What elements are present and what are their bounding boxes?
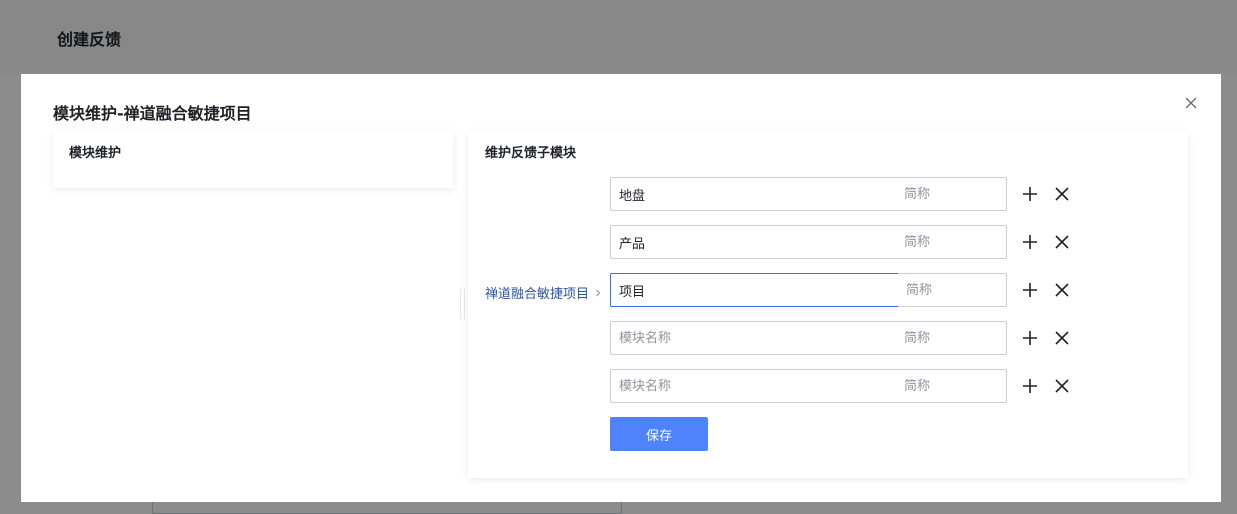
module-tree-panel: 模块维护 bbox=[53, 130, 453, 188]
submodule-panel-title: 维护反馈子模块 bbox=[485, 146, 577, 161]
submodule-panel: 维护反馈子模块 禅道融合敏捷项目 地盘 简称 产品 简称 项目 简称 模块名称 … bbox=[468, 130, 1188, 478]
submodule-row bbox=[610, 273, 1090, 307]
module-name-input[interactable] bbox=[610, 369, 906, 403]
module-tree-title: 模块维护 bbox=[69, 146, 122, 161]
x-icon[interactable] bbox=[1055, 235, 1069, 249]
modal-title: 模块维护-禅道融合敏捷项目 bbox=[53, 104, 252, 123]
x-icon[interactable] bbox=[1055, 331, 1069, 345]
plus-icon[interactable] bbox=[1022, 234, 1038, 250]
module-abbr-input[interactable] bbox=[898, 273, 1007, 307]
plus-icon[interactable] bbox=[1022, 378, 1038, 394]
submodule-row bbox=[610, 321, 1090, 355]
module-abbr-input[interactable] bbox=[896, 321, 1007, 355]
close-icon[interactable] bbox=[1184, 96, 1198, 110]
module-name-input[interactable] bbox=[610, 273, 906, 307]
parent-module-breadcrumb[interactable]: 禅道融合敏捷项目 bbox=[485, 283, 602, 302]
module-abbr-input[interactable] bbox=[896, 369, 1007, 403]
module-name-input[interactable] bbox=[610, 321, 906, 355]
save-button[interactable]: 保存 bbox=[610, 417, 708, 451]
chevron-right-icon bbox=[596, 289, 601, 296]
submodule-row bbox=[610, 177, 1090, 211]
x-icon[interactable] bbox=[1055, 187, 1069, 201]
module-abbr-input[interactable] bbox=[896, 225, 1007, 259]
x-icon[interactable] bbox=[1055, 283, 1069, 297]
breadcrumb-label: 禅道融合敏捷项目 bbox=[485, 287, 590, 302]
plus-icon[interactable] bbox=[1022, 330, 1038, 346]
module-maintenance-modal: 模块维护-禅道融合敏捷项目 模块维护 维护反馈子模块 禅道融合敏捷项目 地盘 简… bbox=[21, 74, 1221, 502]
panel-resize-handle[interactable] bbox=[460, 289, 465, 319]
module-name-input[interactable] bbox=[610, 225, 906, 259]
plus-icon[interactable] bbox=[1022, 186, 1038, 202]
module-name-input[interactable] bbox=[610, 177, 906, 211]
plus-icon[interactable] bbox=[1022, 282, 1038, 298]
submodule-row bbox=[610, 369, 1090, 403]
submodule-row bbox=[610, 225, 1090, 259]
x-icon[interactable] bbox=[1055, 379, 1069, 393]
module-abbr-input[interactable] bbox=[896, 177, 1007, 211]
